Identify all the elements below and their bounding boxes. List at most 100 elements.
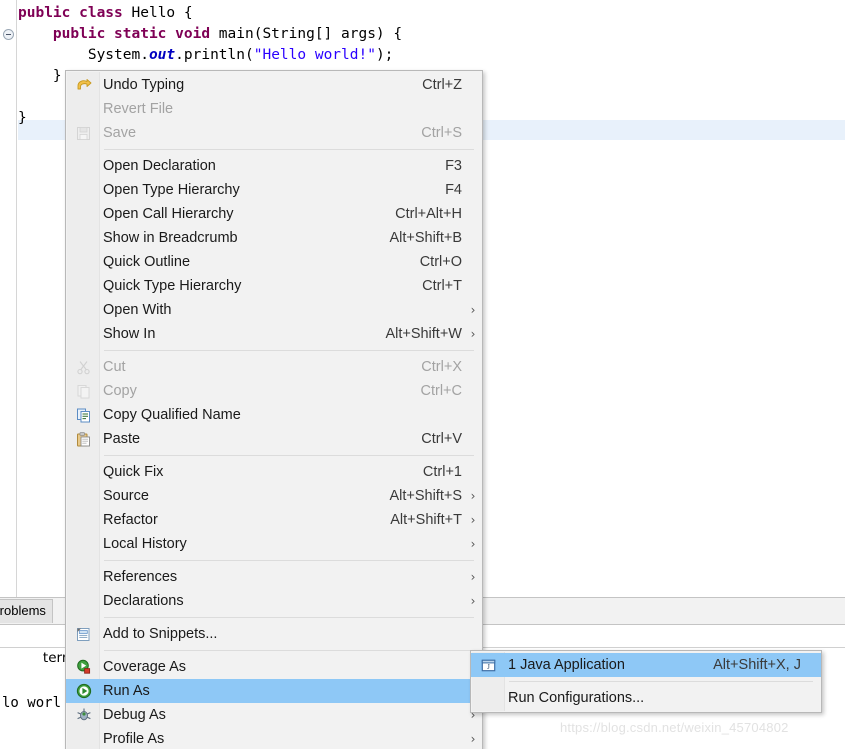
menu-item-references[interactable]: References › bbox=[66, 565, 482, 589]
menu-item-label: Open With bbox=[103, 302, 172, 318]
menu-item-coverage-as[interactable]: Coverage As› bbox=[66, 655, 482, 679]
menu-item-shortcut: F4 bbox=[445, 182, 462, 198]
no-submenu-spacer: › bbox=[468, 102, 482, 116]
no-submenu-spacer: › bbox=[468, 126, 482, 140]
debug-icon bbox=[66, 703, 101, 727]
menu-item-save: Save Ctrl+S › bbox=[66, 121, 482, 145]
no-submenu-spacer: › bbox=[807, 658, 821, 672]
menu-separator bbox=[104, 149, 474, 150]
menu-item-shortcut: Ctrl+S bbox=[421, 125, 462, 141]
code-line: public static void main(String[] args) { bbox=[52, 26, 403, 42]
no-icon bbox=[66, 589, 101, 613]
menu-item-quick-fix[interactable]: Quick Fix Ctrl+1 › bbox=[66, 460, 482, 484]
no-submenu-spacer: › bbox=[468, 384, 482, 398]
menu-item-shortcut: Alt+Shift+T bbox=[390, 512, 462, 528]
menu-item-refactor[interactable]: Refactor Alt+Shift+T › bbox=[66, 508, 482, 532]
chevron-right-icon: › bbox=[470, 327, 476, 341]
no-submenu-spacer: › bbox=[468, 465, 482, 479]
menu-item-shortcut: Ctrl+V bbox=[421, 431, 462, 447]
menu-item-copy-qualified-name[interactable]: Copy Qualified Name › bbox=[66, 403, 482, 427]
no-icon bbox=[66, 154, 101, 178]
menu-item-open-call-hierarchy[interactable]: Open Call Hierarchy Ctrl+Alt+H › bbox=[66, 202, 482, 226]
menu-item-label: Copy Qualified Name bbox=[103, 407, 241, 423]
no-submenu-spacer: › bbox=[468, 432, 482, 446]
menu-item-open-with[interactable]: Open With › bbox=[66, 298, 482, 322]
menu-item-open-type-hierarchy[interactable]: Open Type Hierarchy F4 › bbox=[66, 178, 482, 202]
menu-item-paste[interactable]: Paste Ctrl+V › bbox=[66, 427, 482, 451]
menu-item-local-history[interactable]: Local History › bbox=[66, 532, 482, 556]
no-icon bbox=[66, 226, 101, 250]
no-submenu-spacer: › bbox=[468, 360, 482, 374]
menu-item-shortcut: Ctrl+Z bbox=[422, 77, 462, 93]
svg-text:J: J bbox=[487, 663, 490, 671]
no-icon bbox=[66, 274, 101, 298]
tab-problems[interactable]: Problems bbox=[0, 599, 53, 623]
copy-qname-icon bbox=[66, 403, 101, 427]
menu-item-label: Open Type Hierarchy bbox=[103, 182, 240, 198]
chevron-right-icon: › bbox=[470, 732, 476, 746]
menu-item-label: Cut bbox=[103, 359, 126, 375]
menu-item-shortcut: Ctrl+T bbox=[422, 278, 462, 294]
menu-item-shortcut: Alt+Shift+S bbox=[389, 488, 462, 504]
submenu-item-run-configurations[interactable]: Run Configurations... › bbox=[471, 686, 821, 710]
java-app-icon: J bbox=[471, 653, 506, 677]
menu-item-open-declaration[interactable]: Open Declaration F3 › bbox=[66, 154, 482, 178]
menu-item-cut: Cut Ctrl+X › bbox=[66, 355, 482, 379]
no-icon bbox=[66, 298, 101, 322]
menu-item-profile-as[interactable]: Profile As › bbox=[66, 727, 482, 749]
editor-gutter[interactable] bbox=[0, 0, 17, 597]
submenu-items: J 1 Java Application Alt+Shift+X, J › Run Co… bbox=[471, 653, 821, 710]
menu-item-label: Coverage As bbox=[103, 659, 187, 675]
menu-item-label: 1 Java Application bbox=[508, 657, 625, 673]
menu-item-show-in[interactable]: Show In Alt+Shift+W › bbox=[66, 322, 482, 346]
eclipse-ide-window: public class Hello { public static void … bbox=[0, 0, 845, 749]
tab-problems-label: Problems bbox=[0, 603, 46, 618]
no-submenu-spacer: › bbox=[468, 183, 482, 197]
menu-separator bbox=[104, 650, 474, 651]
menu-separator bbox=[104, 350, 474, 351]
menu-item-label: Quick Outline bbox=[103, 254, 191, 270]
editor-context-menu[interactable]: Undo Typing Ctrl+Z › Revert File › Save Ctrl+S… bbox=[65, 70, 483, 749]
menu-item-undo-typing[interactable]: Undo Typing Ctrl+Z › bbox=[66, 73, 482, 97]
menu-item-declarations[interactable]: Declarations › bbox=[66, 589, 482, 613]
chevron-right-icon: › bbox=[470, 489, 476, 503]
code-line: public class Hello { bbox=[18, 5, 193, 21]
no-icon bbox=[66, 565, 101, 589]
menu-item-source[interactable]: Source Alt+Shift+S › bbox=[66, 484, 482, 508]
no-icon bbox=[66, 484, 101, 508]
no-icon bbox=[66, 460, 101, 484]
no-icon bbox=[66, 532, 101, 556]
fold-collapse-icon[interactable] bbox=[3, 29, 14, 40]
menu-item-label: Quick Fix bbox=[103, 464, 164, 480]
menu-separator bbox=[104, 455, 474, 456]
no-submenu-spacer: › bbox=[468, 408, 482, 422]
menu-item-label: Refactor bbox=[103, 512, 158, 528]
paste-icon bbox=[66, 427, 101, 451]
menu-item-quick-outline[interactable]: Quick Outline Ctrl+O › bbox=[66, 250, 482, 274]
copy-icon bbox=[66, 379, 101, 403]
submenu-item-1-java-application[interactable]: J 1 Java Application Alt+Shift+X, J › bbox=[471, 653, 821, 677]
coverage-icon bbox=[66, 655, 101, 679]
menu-item-show-in-breadcrumb[interactable]: Show in Breadcrumb Alt+Shift+B › bbox=[66, 226, 482, 250]
menu-item-add-to-snippets[interactable]: Add to Snippets... › bbox=[66, 622, 482, 646]
undo-icon bbox=[66, 73, 101, 97]
no-submenu-spacer: › bbox=[468, 231, 482, 245]
menu-item-label: Undo Typing bbox=[103, 77, 185, 93]
menu-item-label: Add to Snippets... bbox=[103, 626, 218, 642]
menu-item-label: Debug As bbox=[103, 707, 166, 723]
menu-item-debug-as[interactable]: Debug As › bbox=[66, 703, 482, 727]
no-submenu-spacer: › bbox=[468, 78, 482, 92]
menu-item-quick-type-hierarchy[interactable]: Quick Type Hierarchy Ctrl+T › bbox=[66, 274, 482, 298]
no-icon bbox=[66, 97, 101, 121]
save-icon bbox=[66, 121, 101, 145]
menu-item-shortcut: Alt+Shift+W bbox=[385, 326, 462, 342]
no-icon bbox=[66, 727, 101, 749]
menu-item-shortcut: Alt+Shift+X, J bbox=[713, 657, 801, 673]
cut-icon bbox=[66, 355, 101, 379]
no-icon bbox=[66, 322, 101, 346]
menu-item-run-as[interactable]: Run As› bbox=[66, 679, 482, 703]
menu-separator bbox=[104, 560, 474, 561]
no-icon bbox=[66, 508, 101, 532]
run-as-submenu[interactable]: J 1 Java Application Alt+Shift+X, J › Run Co… bbox=[470, 650, 822, 713]
menu-item-label: Run Configurations... bbox=[508, 690, 645, 706]
